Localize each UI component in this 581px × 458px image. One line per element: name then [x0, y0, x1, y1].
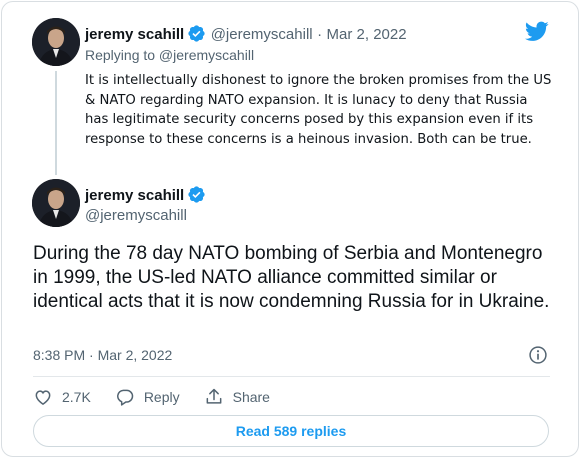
tweet-timestamp[interactable]: 8:38 PM · Mar 2, 2022	[33, 347, 172, 363]
tweet-actions: 2.7K Reply Share	[33, 386, 270, 408]
author-handle[interactable]: @jeremyscahill	[85, 207, 187, 224]
like-button[interactable]: 2.7K	[33, 387, 91, 407]
author-name[interactable]: jeremy scahill	[85, 26, 184, 43]
avatar[interactable]	[32, 18, 80, 66]
verified-badge-icon	[188, 186, 205, 203]
twitter-bird-icon[interactable]	[525, 21, 549, 42]
avatar[interactable]	[32, 179, 80, 227]
speech-bubble-icon	[116, 389, 134, 406]
replying-to-label[interactable]: Replying to @jeremyscahill	[85, 47, 254, 63]
avatar-photo	[32, 179, 80, 227]
share-label: Share	[232, 389, 270, 405]
embedded-tweet-card: jeremy scahill @jeremyscahill · Mar 2, 2…	[1, 1, 579, 457]
author-handle[interactable]: @jeremyscahill	[211, 26, 313, 43]
like-count: 2.7K	[62, 389, 91, 405]
quoted-tweet-text: It is intellectually dishonest to ignore…	[85, 73, 552, 147]
thread-connector-line	[55, 71, 57, 175]
info-icon[interactable]	[528, 345, 548, 365]
heart-icon	[35, 390, 51, 405]
tweet-date[interactable]: Mar 2, 2022	[327, 26, 407, 43]
avatar-photo	[32, 18, 80, 66]
separator-dot: ·	[317, 26, 323, 43]
share-button[interactable]: Share	[204, 387, 270, 407]
divider	[33, 376, 550, 377]
author-name[interactable]: jeremy scahill	[85, 187, 184, 204]
quoted-tweet-header: jeremy scahill @jeremyscahill · Mar 2, 2…	[85, 24, 407, 44]
reply-label: Reply	[143, 389, 180, 405]
main-author-name-row: jeremy scahill	[85, 185, 206, 205]
verified-badge-icon	[188, 25, 205, 42]
read-replies-button[interactable]: Read 589 replies	[33, 415, 549, 447]
main-tweet-text: During the 78 day NATO bombing of Serbia…	[33, 243, 550, 312]
reply-button[interactable]: Reply	[115, 387, 180, 407]
share-upload-icon	[206, 388, 222, 404]
